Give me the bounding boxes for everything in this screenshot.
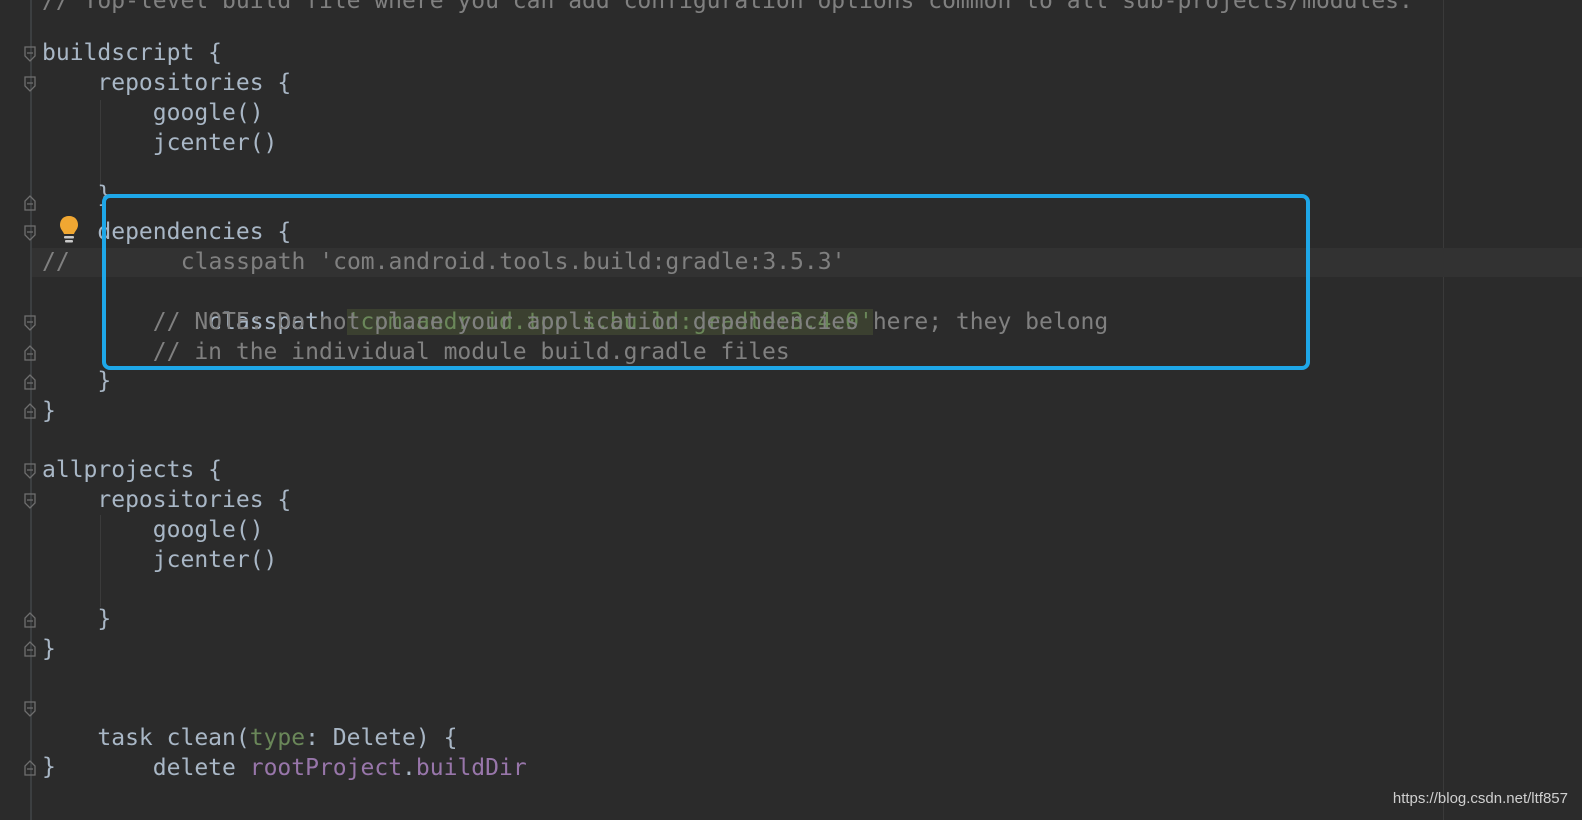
close-repositories-line[interactable]: } xyxy=(42,604,111,634)
repositories-line[interactable]: repositories { xyxy=(42,68,291,98)
fold-open-icon[interactable] xyxy=(24,701,36,717)
delete-line[interactable]: delete rootProject.buildDir xyxy=(42,723,527,781)
fold-open-icon[interactable] xyxy=(24,46,36,62)
root-project: rootProject xyxy=(249,755,403,781)
right-margin-guide xyxy=(1443,0,1444,820)
jcenter-line[interactable]: jcenter() xyxy=(42,128,278,158)
lightbulb-icon[interactable] xyxy=(58,215,80,245)
fold-open-icon[interactable] xyxy=(24,76,36,92)
allprojects-line[interactable]: allprojects { xyxy=(42,455,222,485)
fold-close-icon[interactable] xyxy=(24,374,36,390)
code-editor[interactable]: // Top-level build file where you can ad… xyxy=(0,0,1582,820)
close-task-line[interactable]: } xyxy=(42,752,56,782)
watermark-url: https://blog.csdn.net/ltf857 xyxy=(1392,790,1568,807)
build-dir: buildDir xyxy=(415,755,527,781)
close-allprojects-line[interactable]: } xyxy=(42,634,56,664)
task-clean-line[interactable]: task clean(type: Delete) { xyxy=(42,693,457,751)
comment-marker[interactable]: // xyxy=(42,247,70,277)
fold-open-icon[interactable] xyxy=(24,463,36,479)
fold-open-icon[interactable] xyxy=(24,315,36,331)
google-line[interactable]: google() xyxy=(42,515,264,545)
dot: . xyxy=(402,755,416,781)
header-comment-line[interactable]: // Top-level build file where you can ad… xyxy=(42,0,1413,16)
fold-close-icon[interactable] xyxy=(24,195,36,211)
repositories-line[interactable]: repositories { xyxy=(42,485,291,515)
jcenter-line[interactable]: jcenter() xyxy=(42,545,278,575)
close-dependencies-line[interactable]: } xyxy=(42,366,111,396)
close-repositories-line[interactable]: } xyxy=(42,180,111,210)
delete-keyword: delete xyxy=(97,755,250,781)
fold-open-icon[interactable] xyxy=(24,493,36,509)
fold-close-icon[interactable] xyxy=(24,345,36,361)
fold-close-icon[interactable] xyxy=(24,641,36,657)
buildscript-line[interactable]: buildscript { xyxy=(42,38,222,68)
note-comment-line-1[interactable]: // NOTE: Do not place your application d… xyxy=(42,307,1108,337)
fold-open-icon[interactable] xyxy=(24,225,36,241)
fold-close-icon[interactable] xyxy=(24,612,36,628)
commented-classpath-line[interactable]: classpath 'com.android.tools.build:gradl… xyxy=(70,247,846,277)
fold-close-icon[interactable] xyxy=(24,403,36,419)
fold-close-icon[interactable] xyxy=(24,760,36,776)
classpath-line[interactable]: classpath 'com.android.tools.build:gradl… xyxy=(42,277,873,335)
note-comment-line-2[interactable]: // in the individual module build.gradle… xyxy=(42,337,790,367)
google-line[interactable]: google() xyxy=(42,98,264,128)
close-buildscript-line[interactable]: } xyxy=(42,396,56,426)
